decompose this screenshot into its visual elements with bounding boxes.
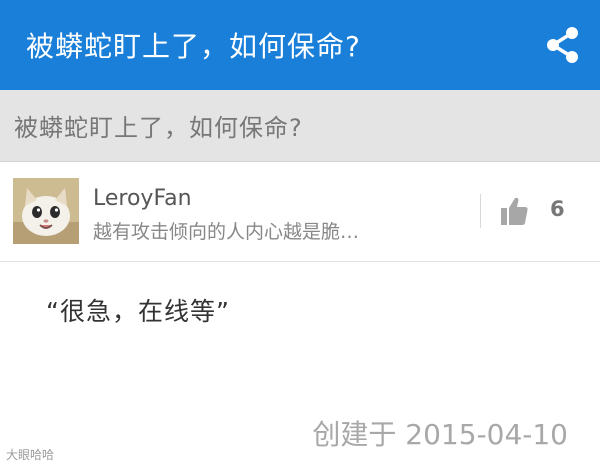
share-icon[interactable]: [542, 24, 582, 66]
answer-header: LeroyFan 越有攻击倾向的人内心越是脆… 6: [0, 162, 600, 262]
app-bar-title: 被蟒蛇盯上了，如何保命?: [26, 30, 361, 63]
created-date: 创建于 2015-04-10: [312, 418, 568, 451]
divider: [480, 194, 481, 228]
answer-body: “很急，在线等”: [46, 297, 230, 326]
answer-excerpt: 越有攻击倾向的人内心越是脆…: [93, 221, 360, 243]
question-title-bar[interactable]: 被蟒蛇盯上了，如何保命?: [0, 90, 600, 162]
answer-page: 被蟒蛇盯上了，如何保命? 被蟒蛇盯上了，如何保命? LeroyFan 越有攻击倾…: [0, 0, 600, 466]
thumbs-up-icon[interactable]: [500, 196, 528, 226]
question-title: 被蟒蛇盯上了，如何保命?: [14, 114, 303, 142]
author-name[interactable]: LeroyFan: [93, 186, 192, 211]
top-app-bar: 被蟒蛇盯上了，如何保命?: [0, 0, 600, 90]
vote-count: 6: [550, 197, 565, 221]
avatar[interactable]: [13, 178, 79, 244]
watermark: 大眼哈哈: [6, 448, 55, 462]
